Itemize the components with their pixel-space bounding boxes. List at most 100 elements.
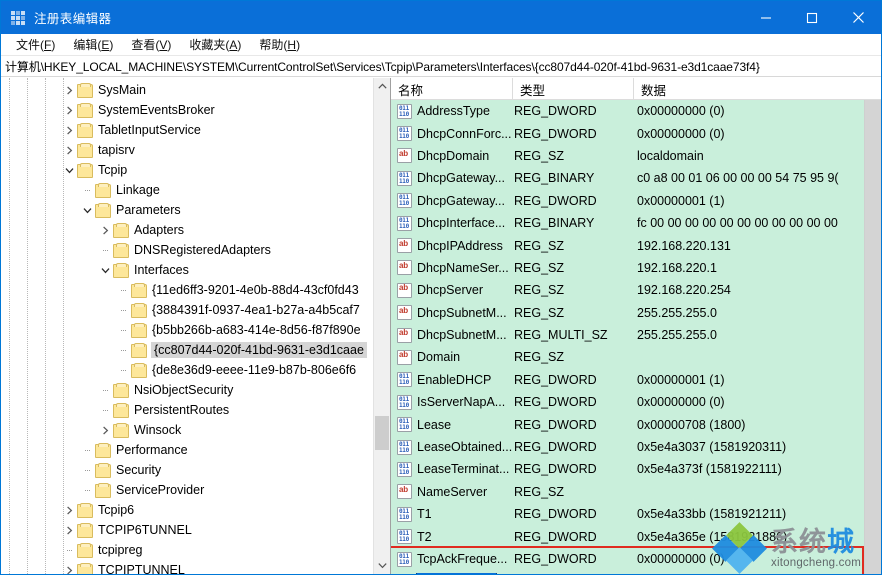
value-name-cell[interactable]: ab DhcpIPAddress — [391, 238, 513, 254]
tree-node[interactable]: NsiObjectSecurity — [1, 380, 375, 400]
value-row[interactable]: ab DhcpNameSer... REG_SZ 192.168.220.1 — [391, 257, 864, 279]
tree-node[interactable]: Winsock — [1, 420, 375, 440]
maximize-button[interactable] — [789, 1, 835, 34]
tree-node[interactable]: PersistentRoutes — [1, 400, 375, 420]
value-data-cell: 0x5e4a3037 (1581920311) — [637, 440, 787, 455]
tree-node[interactable]: SysMain — [1, 80, 375, 100]
value-name-cell[interactable]: ab DhcpSubnetM... — [391, 305, 513, 321]
tree-node[interactable]: SystemEventsBroker — [1, 100, 375, 120]
value-row[interactable]: 011 110 DhcpGateway... REG_BINARY c0 a8 00 0… — [391, 167, 864, 189]
tree-node[interactable]: Linkage — [1, 180, 375, 200]
tree-node[interactable]: Security — [1, 460, 375, 480]
value-name-cell[interactable]: ab NameServer — [391, 484, 513, 500]
value-row[interactable]: 011 110 LeaseObtained... REG_DWORD 0x5e4a303… — [391, 436, 864, 458]
menu-item-file[interactable]: 文件(F) — [7, 34, 64, 55]
value-row[interactable]: ab DhcpSubnetM... REG_MULTI_SZ 255.255.255.… — [391, 324, 864, 346]
menu-item-help[interactable]: 帮助(H) — [250, 34, 309, 55]
value-row[interactable]: 011 110 DhcpConnForc... REG_DWORD 0x00000000… — [391, 122, 864, 144]
tree-node[interactable]: tapisrv — [1, 140, 375, 160]
value-row[interactable]: 011 110 EnableDHCP REG_DWORD 0x00000001 (1) — [391, 369, 864, 391]
chevron-down-icon[interactable] — [61, 160, 77, 180]
chevron-right-icon[interactable] — [61, 100, 77, 120]
tree-node[interactable]: ServiceProvider — [1, 480, 375, 500]
value-name-cell[interactable]: 011 110 DhcpConnForc... — [391, 126, 513, 142]
value-name-cell[interactable]: 011 110 DhcpInterface... — [391, 215, 513, 231]
chevron-right-icon[interactable] — [61, 140, 77, 160]
value-name-cell[interactable]: 011 110 TcpAckFreque... — [391, 551, 513, 567]
menu-item-edit[interactable]: 编辑(E) — [64, 34, 122, 55]
chevron-down-icon[interactable] — [79, 200, 95, 220]
address-bar[interactable]: 计算机\HKEY_LOCAL_MACHINE\SYSTEM\CurrentCon… — [1, 56, 881, 77]
tree-node[interactable]: Parameters — [1, 200, 375, 220]
value-name-cell[interactable]: 011 110 LeaseObtained... — [391, 439, 513, 455]
value-name-cell[interactable]: 011 110 EnableDHCP — [391, 372, 513, 388]
value-row[interactable]: ab DhcpSubnetM... REG_SZ 255.255.255.0 — [391, 302, 864, 324]
value-row[interactable]: 011 110 DhcpGateway... REG_DWORD 0x00000001 … — [391, 190, 864, 212]
tree-scroll-down-icon[interactable] — [374, 557, 390, 574]
tree-scroll-up-icon[interactable] — [374, 78, 390, 95]
value-name-cell[interactable]: ab Domain — [391, 349, 513, 365]
tree-node[interactable]: DNSRegisteredAdapters — [1, 240, 375, 260]
tree-node[interactable]: Tcpip — [1, 160, 375, 180]
value-name-cell[interactable]: 011 110 LeaseTerminat... — [391, 461, 513, 477]
column-header-name[interactable]: 名称 — [391, 78, 513, 100]
tree-node[interactable]: {cc807d44-020f-41bd-9631-e3d1caae — [1, 340, 375, 360]
value-name-cell[interactable]: 011 110 T2 — [391, 529, 513, 545]
tree-node[interactable]: {3884391f-0937-4ea1-b27a-a4b5caf7 — [1, 300, 375, 320]
value-row[interactable]: ab Domain REG_SZ — [391, 346, 864, 368]
value-name-cell[interactable]: 011 110 T1 — [391, 506, 513, 522]
menu-item-favorites[interactable]: 收藏夹(A) — [180, 34, 250, 55]
chevron-right-icon[interactable] — [61, 80, 77, 100]
chevron-right-icon[interactable] — [61, 120, 77, 140]
value-name-label: T2 — [417, 529, 432, 544]
value-row[interactable]: ab DhcpIPAddress REG_SZ 192.168.220.131 — [391, 234, 864, 256]
value-row[interactable]: ab DhcpDomain REG_SZ localdomain — [391, 145, 864, 167]
tree-node[interactable]: {de8e36d9-eeee-11e9-b87b-806e6f6 — [1, 360, 375, 380]
chevron-right-icon[interactable] — [61, 560, 77, 574]
tree-node[interactable]: tcpipreg — [1, 540, 375, 560]
tree-vertical-scrollbar[interactable] — [373, 78, 390, 574]
value-row[interactable]: ab DhcpServer REG_SZ 192.168.220.254 — [391, 279, 864, 301]
value-name-cell[interactable]: ab DhcpDomain — [391, 148, 513, 164]
value-row[interactable]: 011110TCPNoDelayREG_DWORD0x00000000 (0) — [391, 570, 864, 574]
tree-node[interactable]: Tcpip6 — [1, 500, 375, 520]
value-name-cell[interactable]: 011110TCPNoDelay — [391, 572, 513, 574]
registry-tree-pane[interactable]: SysMain SystemEventsBroker TabletInputServ… — [1, 78, 391, 574]
value-name-cell[interactable]: 011 110 DhcpGateway... — [391, 193, 513, 209]
tree-node[interactable]: TCPIPTUNNEL — [1, 560, 375, 574]
chevron-right-icon[interactable] — [97, 420, 113, 440]
value-row[interactable]: 011 110 T1 REG_DWORD 0x5e4a33bb (1581921211) — [391, 503, 864, 525]
value-name-cell[interactable]: 011 110 DhcpGateway... — [391, 170, 513, 186]
value-name-cell[interactable]: ab DhcpServer — [391, 282, 513, 298]
value-row[interactable]: 011 110 DhcpInterface... REG_BINARY fc 00 00… — [391, 212, 864, 234]
tree-node[interactable]: {11ed6ff3-9201-4e0b-88d4-43cf0fd43 — [1, 280, 375, 300]
value-name-cell[interactable]: ab DhcpNameSer... — [391, 260, 513, 276]
value-row[interactable]: 011 110 Lease REG_DWORD 0x00000708 (1800) — [391, 413, 864, 435]
value-row[interactable]: 011 110 LeaseTerminat... REG_DWORD 0x5e4a373… — [391, 458, 864, 480]
menu-item-view[interactable]: 查看(V) — [122, 34, 180, 55]
value-row[interactable]: 011 110 IsServerNapA... REG_DWORD 0x00000000… — [391, 391, 864, 413]
value-name-cell[interactable]: ab DhcpSubnetM... — [391, 327, 513, 343]
chevron-down-icon[interactable] — [97, 260, 113, 280]
chevron-right-icon[interactable] — [97, 220, 113, 240]
close-button[interactable] — [835, 1, 881, 34]
tree-node[interactable]: Interfaces — [1, 260, 375, 280]
chevron-right-icon[interactable] — [61, 520, 77, 540]
value-name-cell[interactable]: 011 110 IsServerNapA... — [391, 394, 513, 410]
tree-node[interactable]: Performance — [1, 440, 375, 460]
tree-node[interactable]: {b5bb266b-a683-414e-8d56-f87f890e — [1, 320, 375, 340]
tree-scroll-thumb[interactable] — [375, 416, 389, 450]
tree-node[interactable]: TCPIP6TUNNEL — [1, 520, 375, 540]
value-row[interactable]: ab NameServer REG_SZ — [391, 481, 864, 503]
tree-node[interactable]: Adapters — [1, 220, 375, 240]
value-row[interactable]: 011 110 AddressType REG_DWORD 0x00000000 (0) — [391, 100, 864, 122]
minimize-button[interactable] — [743, 1, 789, 34]
value-name-cell[interactable]: 011 110 Lease — [391, 417, 513, 433]
chevron-right-icon[interactable] — [61, 500, 77, 520]
values-vertical-scrollbar[interactable] — [864, 78, 881, 574]
column-header-type[interactable]: 类型 — [513, 78, 634, 100]
column-header-data[interactable]: 数据 — [634, 78, 881, 100]
registry-values-pane[interactable]: 名称 类型 数据 011 110 AddressType REG_DWORD 0x000… — [391, 78, 881, 574]
tree-node[interactable]: TabletInputService — [1, 120, 375, 140]
value-name-cell[interactable]: 011 110 AddressType — [391, 103, 513, 119]
